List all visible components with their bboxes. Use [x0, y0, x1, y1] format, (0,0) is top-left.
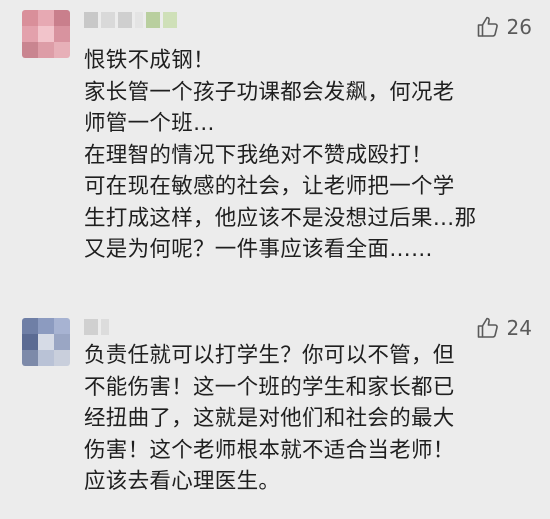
- comment-line: 可在现在敏感的社会，让老师把一个学: [84, 174, 455, 199]
- comment-line: 家长管一个孩子功课都会发飙，何况老: [84, 79, 455, 105]
- comment-item: 26 恨铁不成钢！ 家长管一个孩子功课都会发飙，何况老 师管一个班… 在理智的情…: [0, 0, 550, 300]
- comment-line: 在理智的情况下我绝对不赞成殴打！: [84, 142, 433, 168]
- comment-line: 应该去看心理医生。: [84, 469, 281, 494]
- thumbs-up-icon: [476, 15, 500, 39]
- comment-line: 不能伤害！这一个班的学生和家长都已: [84, 374, 455, 400]
- comment-line: 生打成这样，他应该不是没想过后果…那: [84, 205, 477, 231]
- like-count: 24: [506, 316, 532, 340]
- comment-line: 又是为何呢？一件事应该看全面……: [84, 237, 433, 262]
- like-count: 26: [506, 15, 532, 39]
- comment-item: 24 负责任就可以打学生？你可以不管，但 不能伤害！这一个班的学生和家长都已 经…: [0, 300, 550, 519]
- comment-text: 恨铁不成钢！ 家长管一个孩子功课都会发飙，何况老 师管一个班… 在理智的情况下我…: [84, 45, 524, 266]
- comment-line: 师管一个班…: [84, 111, 215, 136]
- avatar[interactable]: [22, 10, 70, 58]
- comment-line: 伤害！这个老师根本就不适合当老师！: [84, 437, 455, 463]
- comment-text: 负责任就可以打学生？你可以不管，但 不能伤害！这一个班的学生和家长都已 经扭曲了…: [84, 340, 524, 498]
- avatar[interactable]: [22, 318, 70, 366]
- like-button[interactable]: 24: [476, 316, 532, 340]
- thumbs-up-icon: [476, 316, 500, 340]
- nickname[interactable]: [84, 319, 109, 335]
- comment-line: 负责任就可以打学生？你可以不管，但: [84, 343, 455, 368]
- nickname[interactable]: [84, 12, 177, 28]
- comment-line: 恨铁不成钢！: [84, 48, 215, 73]
- comment-line: 经扭曲了，这就是对他们和社会的最大: [84, 406, 455, 431]
- like-button[interactable]: 26: [476, 15, 532, 39]
